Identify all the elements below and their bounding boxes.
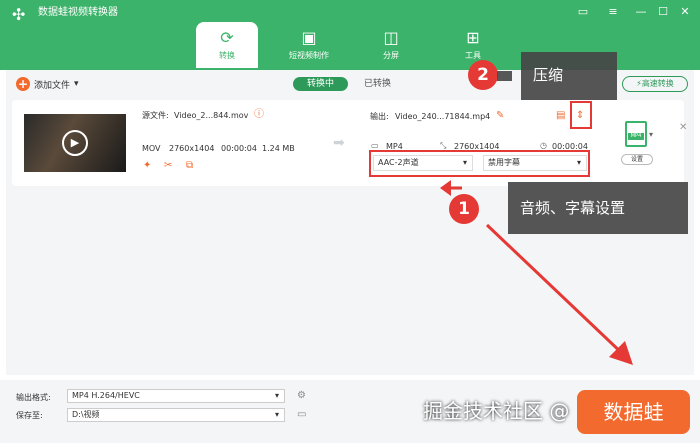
output-format-label: 输出格式: [16,393,51,402]
save-path-select[interactable]: D:\视频 ▾ [67,408,285,422]
output-format-select[interactable]: MP4 H.264/HEVC ▾ [67,389,285,403]
save-to-label: 保存至: [16,411,43,420]
format-settings-icon[interactable]: ⚙ [297,390,306,402]
chevron-down-icon: ▾ [274,391,279,400]
arrow-line [485,223,628,359]
folder-icon[interactable]: ▭ [297,409,306,421]
arrowhead [440,180,451,196]
watermark-text: 掘金技术社区 @ [423,399,570,423]
chevron-down-icon: ▾ [274,410,279,419]
convert-all-button[interactable]: 数据蛙 [577,390,690,434]
annotation-arrows [440,71,633,365]
